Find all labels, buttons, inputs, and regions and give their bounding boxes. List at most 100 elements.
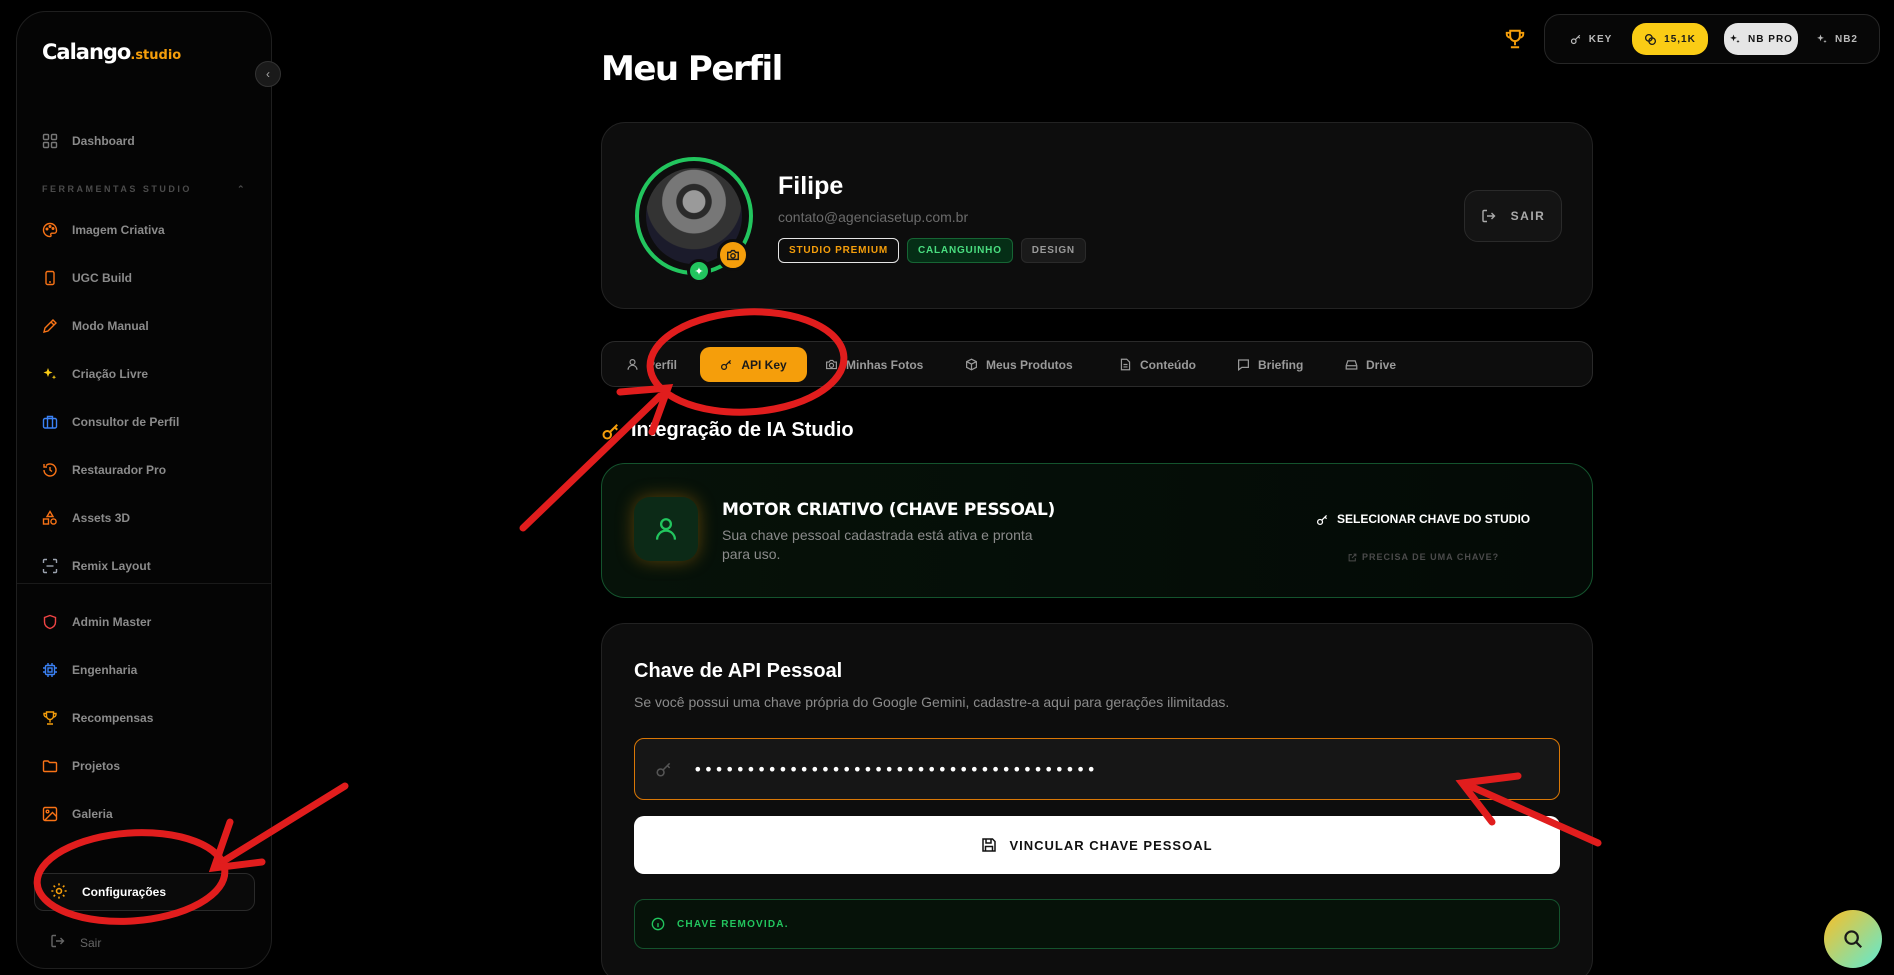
credits-value: 15,1K [1664,33,1696,45]
credits-pill[interactable]: 15,1K [1632,23,1708,55]
sidebar-item-label: Imagem Criativa [72,223,165,237]
tab-conteudo[interactable]: Conteúdo [1109,347,1206,382]
key-icon [1316,514,1328,525]
logo-text: Calango [42,40,131,64]
tab-meus-produtos[interactable]: Meus Produtos [955,347,1083,382]
need-key-link[interactable]: PRECISA DE UMA CHAVE? [1348,552,1499,562]
key-icon [1570,34,1580,45]
sidebar-item-engenharia[interactable]: Engenharia [42,653,137,687]
sidebar-item-remix-layout[interactable]: Remix Layout [42,549,151,583]
cpu-icon [42,662,58,678]
key-icon [602,423,618,439]
grid-icon [42,133,58,149]
sidebar-item-label: Restaurador Pro [72,463,167,477]
camera-icon [727,249,739,261]
key-pill-label: KEY [1588,33,1613,45]
sidebar-item-label: Consultor de Perfil [72,415,180,429]
sidebar-logout-label: Sair [80,935,102,950]
badge-calanguinho: CALANGUINHO [906,238,1013,263]
api-key-description: Se você possui uma chave própria do Goog… [634,694,1230,710]
topbar-status: KEY 15,1K NB PRO NB2 [1544,14,1880,64]
sidebar-item-label: Engenharia [72,663,138,677]
api-key-input[interactable] [693,759,1293,779]
sidebar-item-assets-3d[interactable]: Assets 3D [42,501,130,535]
status-text: CHAVE REMOVIDA. [677,918,789,930]
gear-icon [50,882,68,903]
app-logo[interactable]: Calango.studio [42,40,181,64]
change-photo-button[interactable] [717,239,749,271]
sidebar-item-label: UGC Build [72,271,132,285]
sidebar-item-configuracoes[interactable]: Configurações [34,873,255,911]
logout-button-label: SAIR [1510,209,1546,223]
sidebar-item-restaurador-pro[interactable]: Restaurador Pro [42,453,166,487]
badge-design: DESIGN [1020,238,1086,263]
tab-label: API Key [741,357,787,372]
sparkles-icon [1730,34,1740,44]
search-icon [1844,930,1863,949]
profile-name: Filipe [778,172,844,200]
api-key-card: Chave de API Pessoal Se você possui uma … [601,623,1593,975]
key-pill[interactable]: KEY [1553,23,1629,55]
level-badge-icon: ✦ [687,259,711,283]
integration-section-title: Integração de IA Studio [601,419,854,442]
search-button[interactable] [1824,910,1882,968]
sidebar-item-label: Assets 3D [72,511,131,525]
sidebar-item-label: Recompensas [72,711,154,725]
link-personal-key-button[interactable]: VINCULAR CHAVE PESSOAL [634,816,1560,874]
smartphone-icon [42,270,58,286]
motor-title: MOTOR CRIATIVO (CHAVE PESSOAL) [722,500,1056,520]
folder-icon [42,758,58,774]
sidebar-item-label: Configurações [82,885,167,899]
pencil-ruler-icon [42,318,58,334]
sidebar-item-label: Admin Master [72,615,152,629]
select-studio-key-button[interactable]: SELECIONAR CHAVE DO STUDIO [1316,512,1530,526]
nb2-label: NB2 [1834,33,1858,45]
tab-briefing[interactable]: Briefing [1227,347,1313,382]
tab-minhas-fotos[interactable]: Minhas Fotos [815,347,933,382]
tab-label: Drive [1366,357,1397,372]
sidebar-item-recompensas[interactable]: Recompensas [42,701,153,735]
badge-studio-premium: STUDIO PREMIUM [778,238,899,263]
sidebar-item-label: Dashboard [72,134,135,148]
camera-icon [826,359,837,370]
chevron-left-icon: ‹ [266,67,270,81]
external-link-icon [1348,553,1357,561]
motor-criativo-card: MOTOR CRIATIVO (CHAVE PESSOAL) Sua chave… [601,463,1593,598]
shapes-icon [42,510,58,526]
logout-button[interactable]: SAIR [1464,190,1562,242]
motor-icon-box [634,497,698,561]
image-icon [42,806,58,822]
nb-pro-label: NB PRO [1748,33,1793,45]
message-icon [1238,359,1249,371]
key-icon [721,359,732,371]
sidebar-logout-button[interactable]: Sair [50,933,101,952]
sidebar-item-modo-manual[interactable]: Modo Manual [42,309,149,343]
tab-drive[interactable]: Drive [1335,347,1406,382]
nb-pro-pill[interactable]: NB PRO [1724,23,1798,55]
sidebar-item-galeria[interactable]: Galeria [42,797,113,831]
box-icon [966,358,977,371]
profile-tabs: Perfil API Key Minhas Fotos Meus Produto… [601,341,1593,387]
nb2-pill[interactable]: NB2 [1802,23,1872,55]
tab-api-key[interactable]: API Key [700,347,807,382]
motor-description: Sua chave pessoal cadastrada está ativa … [722,527,1033,562]
api-key-field[interactable] [634,738,1560,800]
sidebar-item-imagem-criativa[interactable]: Imagem Criativa [42,213,165,247]
sidebar-collapse-button[interactable]: ‹ [255,61,281,87]
sidebar-item-projetos[interactable]: Projetos [42,749,120,783]
tab-perfil[interactable]: Perfil [616,347,687,382]
sidebar-item-label: Galeria [72,807,113,821]
scan-icon [42,558,58,574]
section-label-ferramentas[interactable]: FERRAMENTAS STUDIO ⌃ [42,184,247,195]
save-icon [982,838,997,852]
sidebar-item-ugc-build[interactable]: UGC Build [42,261,132,295]
sidebar-item-label: Criação Livre [72,367,149,381]
sidebar-item-criacao-livre[interactable]: Criação Livre [42,357,148,391]
sidebar-item-admin-master[interactable]: Admin Master [42,605,151,639]
sidebar-item-dashboard[interactable]: Dashboard [42,124,135,158]
section-label-text: FERRAMENTAS STUDIO [42,184,192,194]
file-icon [1120,358,1131,371]
rewards-trophy-button[interactable] [1504,28,1526,55]
sidebar-item-consultor-de-perfil[interactable]: Consultor de Perfil [42,405,179,439]
logout-icon [50,933,66,952]
